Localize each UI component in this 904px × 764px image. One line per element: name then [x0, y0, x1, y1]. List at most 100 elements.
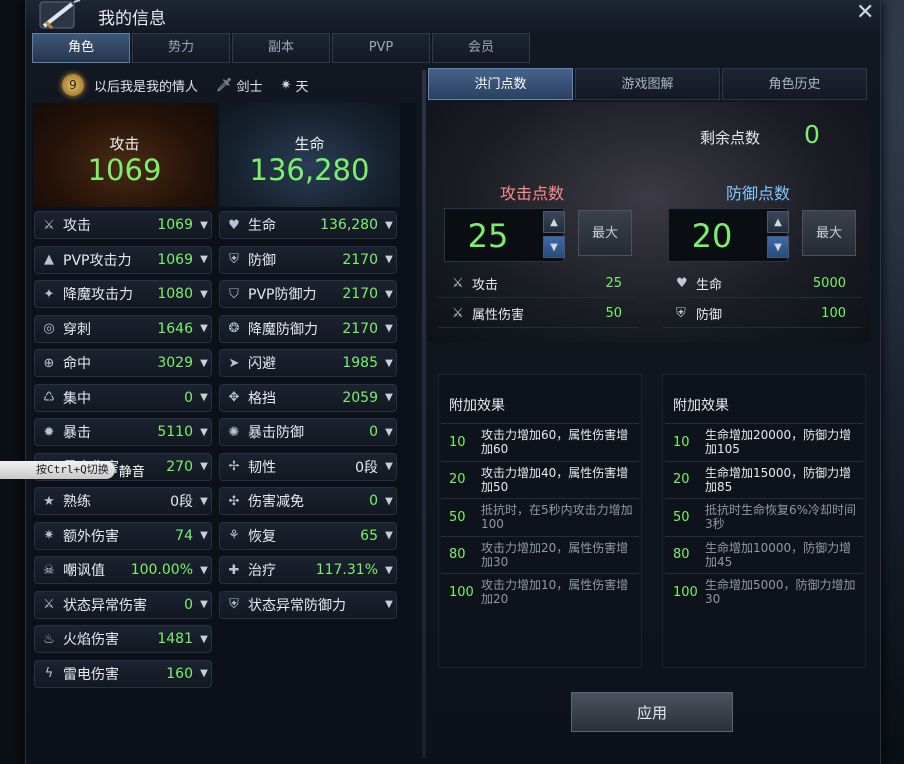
stat-label: 熟练 [63, 494, 91, 510]
expand-arrow-icon[interactable]: ▼ [197, 358, 211, 369]
expand-arrow-icon[interactable]: ▼ [382, 496, 396, 507]
expand-arrow-icon[interactable]: ▼ [382, 461, 396, 472]
stat-label: 火焰伤害 [63, 632, 119, 648]
stat-row[interactable]: ⛨ 状态异常防御力 ▼ [219, 590, 397, 619]
expand-arrow-icon[interactable]: ▼ [197, 427, 211, 438]
expand-arrow-icon[interactable]: ▼ [382, 565, 396, 576]
effect-row: 80 攻击力增加20，属性伤害增加30 [441, 535, 639, 573]
attack-points-up-button[interactable]: ▲ [543, 211, 565, 233]
effect-row: 100 攻击力增加10，属性伤害增加20 [441, 573, 639, 610]
stat-label: 嘲讽值 [63, 563, 105, 579]
stat-row[interactable]: ⛉ PVP防御力 2170 ▼ [219, 280, 397, 308]
stat-value: 160 [166, 665, 193, 682]
expand-arrow-icon[interactable]: ▼ [197, 392, 211, 403]
defense-points-down-button[interactable]: ▼ [767, 236, 789, 258]
pvp-defense-icon: ⛉ [229, 286, 239, 302]
stat-row[interactable]: ➤ 闪避 1985 ▼ [219, 349, 397, 377]
tab-character[interactable]: 角色 [32, 33, 130, 63]
stat-row[interactable]: ✦ 降魔攻击力 1080 ▼ [34, 280, 212, 308]
effect-text: 生命增加10000，防御力增加45 [705, 540, 852, 569]
stat-row[interactable]: ⚔ 攻击 1069 ▼ [34, 211, 212, 239]
tab-hongmen-points[interactable]: 洪门点数 [428, 68, 573, 100]
mute-label[interactable]: 静音 [119, 461, 145, 480]
effect-row: 80 生命增加10000，防御力增加45 [665, 535, 863, 573]
stat-row[interactable]: ♥ 生命 136,280 ▼ [219, 211, 397, 239]
effect-level: 10 [449, 434, 466, 450]
attack-effects-box: 附加效果 10 攻击力增加60，属性伤害增加60 20 攻击力增加40，属性伤害增加5… [438, 374, 642, 668]
stat-row[interactable]: ♨ 火焰伤害 1481 ▼ [34, 625, 212, 653]
expand-arrow-icon[interactable]: ▼ [382, 220, 396, 231]
stat-row[interactable]: ☠ 嘲讽值 100.00% ▼ [34, 556, 212, 584]
expand-arrow-icon[interactable]: ▼ [197, 668, 211, 679]
stat-label: 闪避 [248, 356, 276, 372]
expand-arrow-icon[interactable]: ▼ [382, 427, 396, 438]
stat-row[interactable]: ✺ 暴击防御 0 ▼ [219, 418, 397, 446]
shield-icon: ⛨ [676, 306, 686, 321]
expand-arrow-icon[interactable]: ▼ [382, 323, 396, 334]
stat-label: 暴击防御 [248, 425, 304, 441]
expand-arrow-icon[interactable]: ▼ [197, 565, 211, 576]
expand-arrow-icon[interactable]: ▼ [197, 634, 211, 645]
toughness-icon: ✢ [228, 459, 240, 474]
recover-icon: ⚘ [228, 528, 240, 543]
stat-row[interactable]: ϟ 雷电伤害 160 ▼ [34, 659, 212, 688]
stat-label: 命中 [63, 356, 91, 372]
critical-icon: ✹ [43, 424, 55, 440]
stat-row[interactable]: ⚘ 恢复 65 ▼ [219, 521, 397, 550]
expand-arrow-icon[interactable]: ▼ [197, 254, 211, 265]
tab-dungeon[interactable]: 副本 [232, 33, 330, 63]
expand-arrow-icon[interactable]: ▼ [382, 254, 396, 265]
stat-value: 2170 [342, 320, 378, 337]
stat-row[interactable]: ❂ 降魔防御力 2170 ▼ [219, 314, 397, 343]
expand-arrow-icon[interactable]: ▼ [382, 392, 396, 403]
defense-points-up-button[interactable]: ▲ [767, 211, 789, 233]
stat-label: 防御 [248, 252, 276, 269]
defense-point-line: ⛨ 防御 100 [662, 300, 862, 328]
stat-row[interactable]: ⛨ 防御 2170 ▼ [219, 245, 397, 274]
expand-arrow-icon[interactable]: ▼ [197, 599, 211, 610]
stat-row[interactable]: ✣ 伤害减免 0 ▼ [219, 487, 397, 515]
sword-class-icon: 🗡 [216, 77, 233, 93]
attack-line-value: 25 [605, 276, 622, 291]
defense-max-button[interactable]: 最大 [802, 210, 856, 256]
stat-row[interactable]: ⚔ 状态异常伤害 0 ▼ [34, 590, 212, 619]
expand-arrow-icon[interactable]: ▼ [197, 323, 211, 334]
expand-arrow-icon[interactable]: ▼ [197, 530, 211, 541]
close-button[interactable]: ✕ [856, 2, 874, 24]
stat-value: 74 [175, 527, 193, 544]
stat-row[interactable]: ✥ 格挡 2059 ▼ [219, 383, 397, 412]
attack-line-label: 攻击 [472, 278, 499, 293]
expand-arrow-icon[interactable]: ▼ [382, 289, 396, 300]
stat-row[interactable]: ★ 熟练 0段 ▼ [34, 487, 212, 515]
tab-game-guide[interactable]: 游戏图解 [575, 68, 720, 100]
stat-row[interactable]: ✚ 治疗 117.31% ▼ [219, 556, 397, 584]
expand-arrow-icon[interactable]: ▼ [197, 289, 211, 300]
stat-row[interactable]: ✹ 暴击 5110 ▼ [34, 418, 212, 446]
stat-label: 状态异常防御力 [248, 597, 346, 614]
stat-label: 韧性 [248, 459, 276, 476]
expand-arrow-icon[interactable]: ▼ [382, 358, 396, 369]
expand-arrow-icon[interactable]: ▼ [382, 530, 396, 541]
stat-row[interactable]: ◎ 穿刺 1646 ▼ [34, 314, 212, 343]
tab-faction[interactable]: 势力 [132, 33, 230, 63]
expand-arrow-icon[interactable]: ▼ [197, 496, 211, 507]
character-header: 9 以后我是我的情人 🗡 剑士 ✷ 天 [32, 68, 416, 102]
tab-membership[interactable]: 会员 [432, 33, 530, 63]
apply-button[interactable]: 应用 [571, 692, 733, 732]
character-element: 天 [295, 79, 309, 95]
voice-toggle-hint[interactable]: 按Ctrl+Q切换 [0, 461, 115, 479]
tab-character-history[interactable]: 角色历史 [722, 68, 867, 100]
expand-arrow-icon[interactable]: ▼ [197, 220, 211, 231]
stat-row[interactable]: ♺ 集中 0 ▼ [34, 383, 212, 412]
expand-arrow-icon[interactable]: ▼ [382, 599, 396, 610]
expand-arrow-icon[interactable]: ▼ [197, 461, 211, 472]
attack-max-button[interactable]: 最大 [578, 210, 632, 256]
stat-row[interactable]: ✷ 额外伤害 74 ▼ [34, 521, 212, 550]
tab-pvp[interactable]: PVP [332, 33, 430, 63]
title-bar[interactable]: 我的信息 ✕ [26, 0, 880, 32]
stat-label: 额外伤害 [63, 528, 119, 545]
attack-points-down-button[interactable]: ▼ [543, 236, 565, 258]
stat-row[interactable]: ⊕ 命中 3029 ▼ [34, 349, 212, 377]
stat-row[interactable]: ▲ PVP攻击力 1069 ▼ [34, 245, 212, 274]
stat-row[interactable]: ✢ 韧性 0段 ▼ [219, 452, 397, 481]
